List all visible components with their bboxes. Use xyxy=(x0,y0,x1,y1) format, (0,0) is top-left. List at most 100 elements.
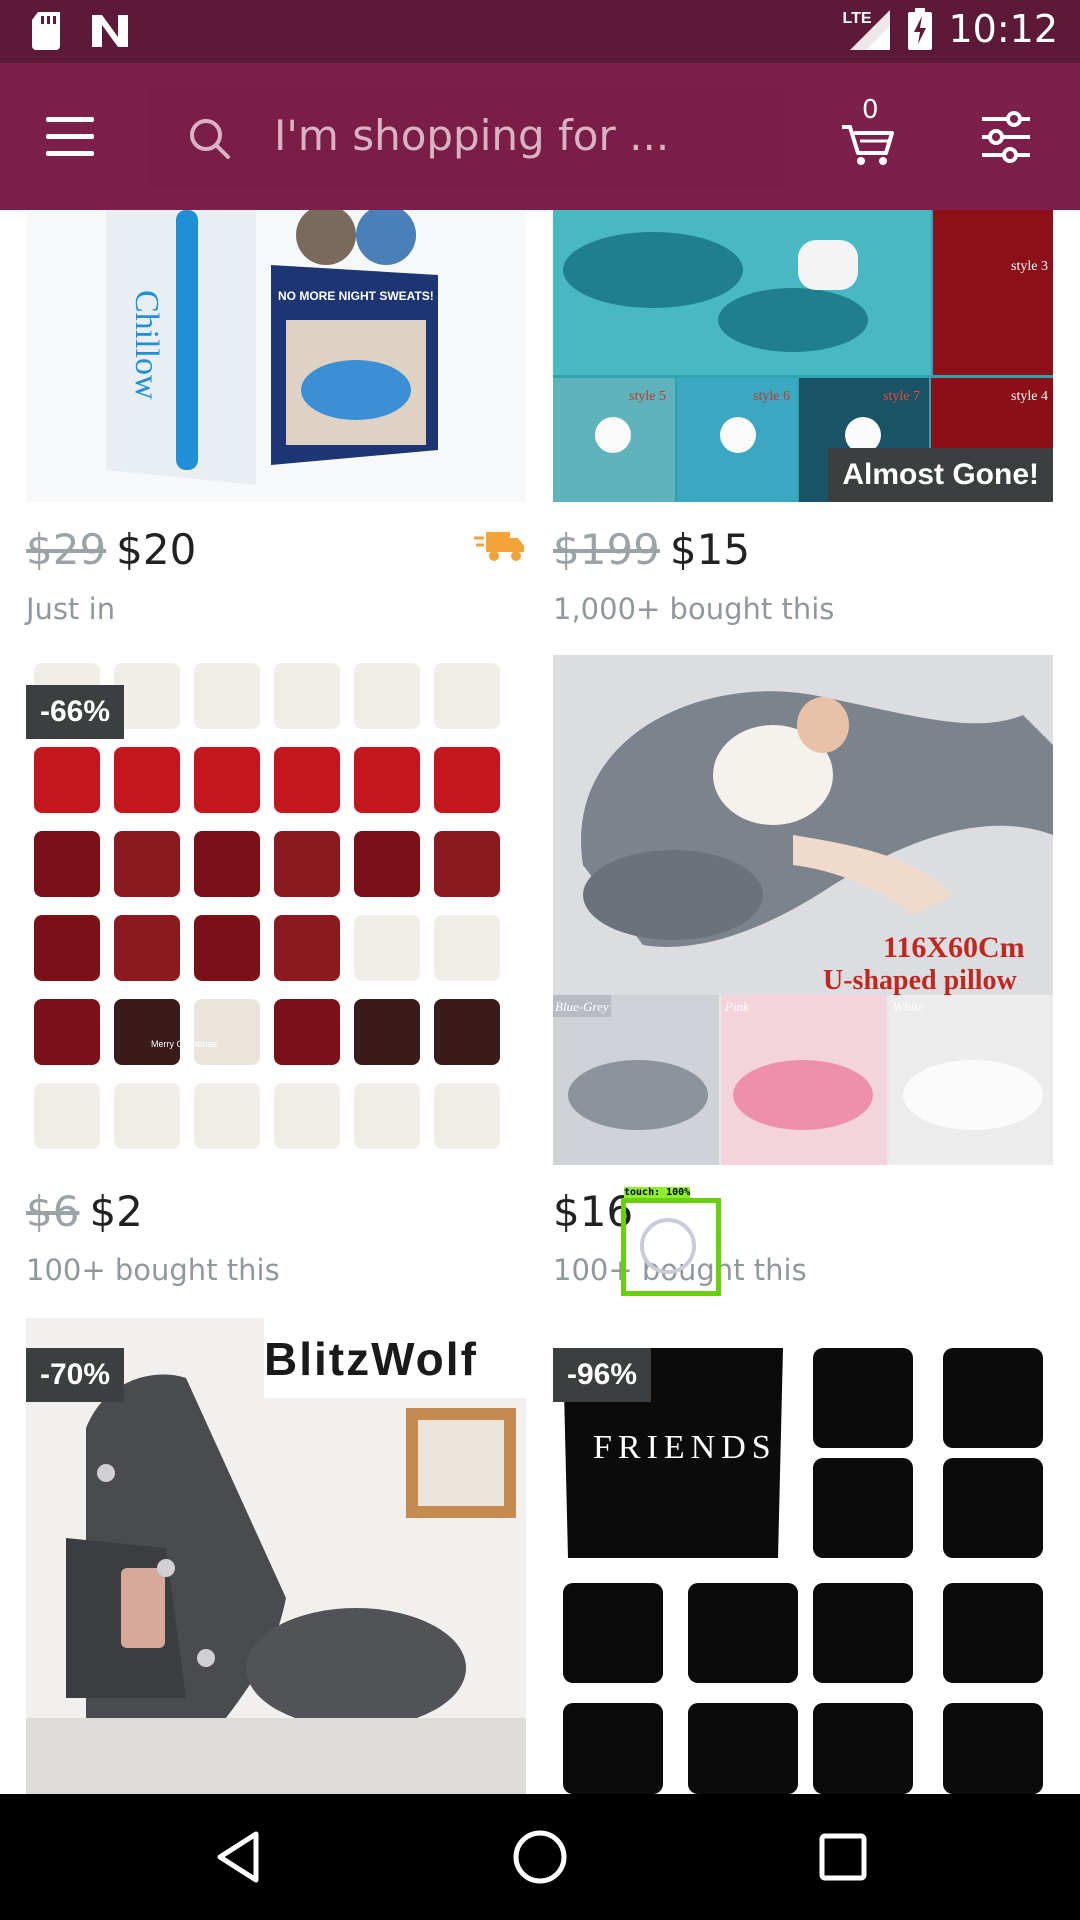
price-row: $199 $15 xyxy=(553,525,750,574)
pillow-thumbnail xyxy=(274,915,340,981)
pillow-thumbnail xyxy=(813,1703,913,1794)
product-subtext: Just in xyxy=(26,592,116,626)
touch-indicator-label: touch: 100% xyxy=(624,1187,691,1198)
brand-name: BlitzWolf xyxy=(264,1333,478,1385)
pillow-thumbnail xyxy=(563,1583,663,1683)
price: $15 xyxy=(669,525,751,574)
pillow-thumbnail xyxy=(434,1083,500,1149)
price-row: $6 $2 xyxy=(26,1187,143,1236)
back-icon xyxy=(217,1831,259,1883)
pillow-thumbnail xyxy=(34,1083,100,1149)
product-image[interactable]: style 3 style 5 style 6 style 7 style 4 … xyxy=(553,210,1053,502)
battery-charging-icon xyxy=(908,8,933,50)
image-text-no-more: NO MORE NIGHT SWEATS! xyxy=(278,289,434,303)
pillow-thumbnail xyxy=(34,999,100,1065)
pillow-thumbnail xyxy=(274,831,340,897)
pillow-thumbnail xyxy=(813,1583,913,1683)
pillow-thumbnail xyxy=(434,915,500,981)
pillow-thumbnail xyxy=(274,999,340,1065)
pillow-thumbnail xyxy=(34,831,100,897)
pillow-thumbnail xyxy=(114,831,180,897)
fast-shipping-truck-icon xyxy=(474,532,524,561)
status-bar: LTE 10:12 xyxy=(0,0,1080,63)
product-card-bathroom-set[interactable]: style 3 style 5 style 6 style 7 style 4 … xyxy=(553,210,1053,630)
image-text-size: 116X60Cm xyxy=(883,931,1025,964)
pillow-thumbnail xyxy=(274,663,340,729)
product-card-wedge-pillow[interactable]: BlitzWolf -70% xyxy=(26,1318,526,1794)
product-image[interactable]: 116X60Cm U-shaped pillow Blue-Grey Pink … xyxy=(553,655,1053,1165)
pillow-thumbnail xyxy=(194,831,260,897)
pillow-thumbnail xyxy=(194,915,260,981)
cart-icon xyxy=(842,125,894,165)
pillow-thumbnail xyxy=(34,915,100,981)
search-bar[interactable]: I'm shopping for ... xyxy=(150,87,785,187)
navigation-bar xyxy=(0,1794,1080,1920)
home-icon xyxy=(513,1830,567,1884)
filter-button[interactable] xyxy=(980,111,1032,163)
menu-button[interactable] xyxy=(38,109,98,165)
image-text-style-6: style 6 xyxy=(753,389,790,404)
home-button[interactable] xyxy=(507,1824,573,1890)
pillow-thumbnail xyxy=(688,1703,798,1794)
clock: 10:12 xyxy=(948,7,1058,51)
pillow-thumbnail xyxy=(354,747,420,813)
image-text-style-5: style 5 xyxy=(629,389,666,404)
pillow-thumbnail xyxy=(943,1348,1043,1448)
image-text-style-7: style 7 xyxy=(883,389,920,404)
pillow-thumbnail xyxy=(943,1583,1043,1683)
pillow-thumbnail xyxy=(34,747,100,813)
discount-badge: -96% xyxy=(553,1348,652,1402)
pillow-thumbnail xyxy=(274,1083,340,1149)
variant-blue-grey: Blue-Grey xyxy=(555,999,609,1014)
recents-button[interactable] xyxy=(810,1824,876,1890)
price: $20 xyxy=(116,525,197,574)
product-subtext: 100+ bought this xyxy=(26,1253,280,1287)
pillow-thumbnail xyxy=(688,1583,798,1683)
discount-badge: -66% xyxy=(26,685,125,739)
blitzwolf-logo: BlitzWolf xyxy=(264,1318,526,1398)
variant-pink: Pink xyxy=(724,999,749,1014)
pillow-thumbnail xyxy=(434,831,500,897)
pillow-thumbnail xyxy=(354,999,420,1065)
touch-indicator-circle xyxy=(640,1218,696,1274)
product-feed[interactable]: Chillow NO MORE NIGHT SWEATS! $29 $20 Jus… xyxy=(0,210,1080,1794)
pillow-thumbnail xyxy=(943,1458,1043,1558)
pillow-thumbnail xyxy=(434,663,500,729)
image-text-merry-christmas: Merry Christmas xyxy=(151,1039,218,1049)
pillow-thumbnail xyxy=(194,747,260,813)
old-price: $6 xyxy=(26,1187,80,1236)
network-type: LTE xyxy=(842,10,872,27)
pillow-thumbnail xyxy=(194,1083,260,1149)
product-image[interactable]: FRIENDS -96% xyxy=(553,1318,1053,1794)
product-subtext: 1,000+ bought this xyxy=(553,592,835,626)
filter-icon xyxy=(982,111,1030,163)
product-card-christmas-pillows[interactable]: Merry Christmas -66% $6 $2 100+ bought th… xyxy=(26,655,526,1295)
variant-white: White xyxy=(893,999,924,1014)
almost-gone-badge: Almost Gone! xyxy=(828,448,1053,502)
pillow-thumbnail xyxy=(114,1083,180,1149)
signal-icon: LTE xyxy=(842,6,892,52)
old-price: $199 xyxy=(553,525,660,574)
image-text-u-shaped: U-shaped pillow xyxy=(823,965,1017,996)
pillow-thumbnail xyxy=(813,1458,913,1558)
pillow-thumbnail xyxy=(813,1348,913,1448)
search-placeholder: I'm shopping for ... xyxy=(274,111,670,160)
product-image[interactable]: Merry Christmas -66% xyxy=(26,655,526,1165)
product-card-chillow[interactable]: Chillow NO MORE NIGHT SWEATS! $29 $20 Jus… xyxy=(26,210,526,630)
product-card-friends-pillows[interactable]: FRIENDS -96% xyxy=(553,1318,1053,1794)
product-image[interactable]: BlitzWolf -70% xyxy=(26,1318,526,1794)
pillow-thumbnail xyxy=(274,747,340,813)
pillow-thumbnail xyxy=(434,999,500,1065)
pillow-thumbnail xyxy=(563,1703,663,1794)
pillow-thumbnail xyxy=(354,915,420,981)
n-notification-icon xyxy=(92,15,128,47)
pillow-thumbnail xyxy=(943,1703,1043,1794)
pillow-thumbnail xyxy=(354,663,420,729)
back-button[interactable] xyxy=(206,1824,272,1890)
image-text-style-3: style 3 xyxy=(1011,259,1048,274)
cart-button[interactable]: 0 xyxy=(840,95,900,167)
product-image[interactable]: Chillow NO MORE NIGHT SWEATS! xyxy=(26,210,526,502)
sd-card-icon xyxy=(32,12,60,50)
pillow-thumbnail xyxy=(114,747,180,813)
pillow-thumbnail xyxy=(114,999,180,1065)
